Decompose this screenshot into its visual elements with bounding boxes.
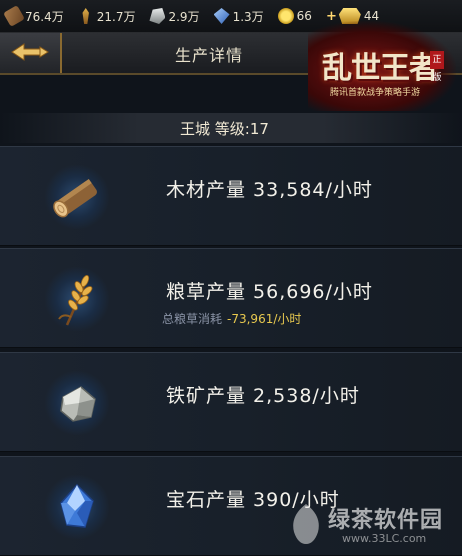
log-icon xyxy=(45,165,109,229)
wood-icon xyxy=(3,5,25,27)
game-logo: 乱世王者 正版 腾讯首款战争策略手游 xyxy=(308,21,456,111)
iron-icon xyxy=(149,8,166,24)
city-level-bar: 王城 等级:17 xyxy=(0,113,462,143)
iron-resource[interactable]: 2.9万 xyxy=(149,8,200,25)
production-row-grain: 粮草产量 56,696/小时 总粮草消耗 -73,961/小时 xyxy=(0,248,462,348)
gem-crystal-icon xyxy=(45,475,109,539)
wood-amount: 76.4万 xyxy=(25,9,64,24)
iron-amount: 2.9万 xyxy=(168,9,200,24)
wheat-icon xyxy=(45,267,109,331)
grain-production-label: 粮草产量 56,696/小时 xyxy=(166,281,373,303)
watermark: 绿茶软件园 www.33LC.com xyxy=(282,496,462,552)
grain-consumption-value: -73,961/小时 xyxy=(227,312,302,326)
game-logo-subtitle: 腾讯首款战争策略手游 xyxy=(330,88,421,98)
watermark-logo-icon xyxy=(293,504,319,544)
grain-icon xyxy=(82,8,89,24)
grain-consumption: 总粮草消耗 -73,961/小时 xyxy=(162,310,301,327)
arrow-left-icon xyxy=(11,43,49,61)
city-level-text: 王城 等级:17 xyxy=(180,120,269,138)
gem-icon xyxy=(213,8,230,24)
watermark-url: www.33LC.com xyxy=(342,532,427,545)
watermark-text: 绿茶软件园 xyxy=(328,508,444,533)
wood-production-label: 木材产量 33,584/小时 xyxy=(166,179,373,201)
grain-amount: 21.7万 xyxy=(96,9,136,24)
coin-icon xyxy=(277,8,294,24)
wood-resource[interactable]: 76.4万 xyxy=(3,5,64,27)
logo-seal: 正版 xyxy=(430,51,444,83)
production-row-iron: 铁矿产量 2,538/小时 xyxy=(0,352,462,452)
gem-amount: 1.3万 xyxy=(232,9,264,24)
iron-ore-icon xyxy=(45,371,109,435)
game-logo-title: 乱世王者 xyxy=(322,51,439,86)
back-button[interactable] xyxy=(0,33,62,73)
gem-resource[interactable]: 1.3万 xyxy=(213,8,264,25)
iron-production-label: 铁矿产量 2,538/小时 xyxy=(166,385,360,407)
grain-resource[interactable]: 21.7万 xyxy=(78,8,136,25)
production-row-wood: 木材产量 33,584/小时 xyxy=(0,146,462,246)
grain-consumption-label: 总粮草消耗 xyxy=(162,312,223,326)
page-title: 生产详情 xyxy=(175,46,244,65)
coin-resource[interactable]: 66 xyxy=(277,8,312,24)
